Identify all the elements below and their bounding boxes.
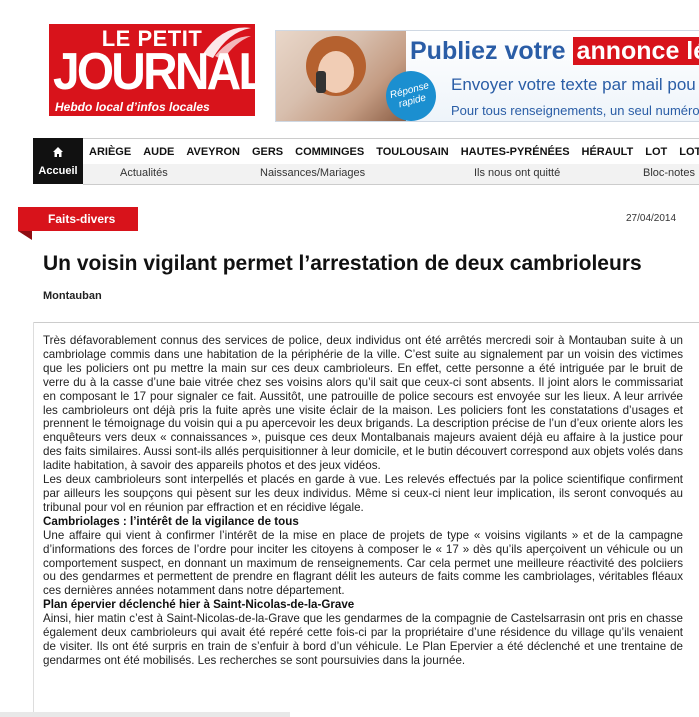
subnav-item-actualites[interactable]: Actualités	[120, 167, 168, 179]
subheading-2: Plan épervier déclenché hier à Saint-Nic…	[43, 598, 355, 612]
paragraph-3: Une affaire qui vient à confirmer l’inté…	[43, 528, 683, 598]
article-location: Montauban	[43, 290, 102, 302]
department-menu: ARIÈGE AUDE AVEYRON GERS COMMINGES TOULO…	[83, 138, 699, 166]
nav-item-lot[interactable]: LOT	[639, 146, 673, 158]
ad-banner[interactable]: Réponse rapide Publiez votre annonce lé …	[275, 30, 699, 122]
home-icon	[53, 147, 63, 157]
category-badge-corner	[18, 231, 32, 240]
subheading-1: Cambriolages : l’intérêt de la vigilance…	[43, 514, 299, 528]
page: LE PETIT JOURNAL Hebdo local d’infos loc…	[0, 0, 699, 717]
nav-item-ariege[interactable]: ARIÈGE	[83, 146, 137, 158]
subnav-item-naissances[interactable]: Naissances/Mariages	[260, 167, 365, 179]
horizontal-scrollbar[interactable]	[0, 712, 290, 717]
ad-line-2: Envoyer votre texte par mail pou	[451, 75, 696, 94]
home-label: Accueil	[38, 165, 78, 177]
nav-item-aude[interactable]: AUDE	[137, 146, 180, 158]
article-body: Très défavorablement connus des services…	[43, 334, 683, 668]
ad-headline-prefix: Publiez votre	[410, 37, 573, 65]
article-title: Un voisin vigilant permet l’arrestation …	[43, 252, 642, 275]
article-date: 27/04/2014	[626, 213, 677, 224]
nav-item-aveyron[interactable]: AVEYRON	[180, 146, 246, 158]
main-nav: Accueil ARIÈGE AUDE AVEYRON GERS COMMING…	[33, 138, 699, 185]
home-button[interactable]: Accueil	[33, 138, 83, 184]
nav-item-gers[interactable]: GERS	[246, 146, 289, 158]
paragraph-1: Très défavorablement connus des services…	[43, 334, 683, 473]
sub-menu: Actualités Naissances/Mariages Ils nous …	[83, 164, 699, 185]
ad-photo	[276, 31, 406, 121]
subnav-item-ils-nous-ont-quitte[interactable]: Ils nous ont quitté	[474, 167, 560, 179]
ad-line-3: Pour tous renseignements, un seul numéro	[451, 103, 699, 118]
divider	[33, 322, 699, 323]
paragraph-4: Ainsi, hier matin c’est à Saint-Nicolas-…	[43, 612, 683, 667]
site-logo[interactable]: LE PETIT JOURNAL Hebdo local d’infos loc…	[49, 24, 255, 116]
ad-headline: Publiez votre annonce lé	[410, 37, 699, 66]
nav-item-toulousain[interactable]: TOULOUSAIN	[370, 146, 455, 158]
nav-item-hautes-pyrenees[interactable]: HAUTES-PYRÉNÉES	[455, 146, 576, 158]
logo-main-text: JOURNAL	[53, 43, 255, 101]
nav-item-comminges[interactable]: COMMINGES	[289, 146, 370, 158]
ad-headline-highlight: annonce lé	[572, 37, 699, 65]
subnav-item-bloc-notes[interactable]: Bloc-notes	[643, 167, 695, 179]
nav-item-herault[interactable]: HÉRAULT	[576, 146, 640, 158]
phone-icon	[316, 71, 326, 93]
divider-vertical	[33, 322, 34, 717]
logo-tagline: Hebdo local d’infos locales	[55, 100, 210, 114]
paragraph-2: Les deux cambrioleurs sont interpellés e…	[43, 473, 683, 514]
category-badge[interactable]: Faits-divers	[18, 207, 138, 231]
nav-item-lot-et-garonne[interactable]: LOT-ET-G	[673, 146, 699, 158]
